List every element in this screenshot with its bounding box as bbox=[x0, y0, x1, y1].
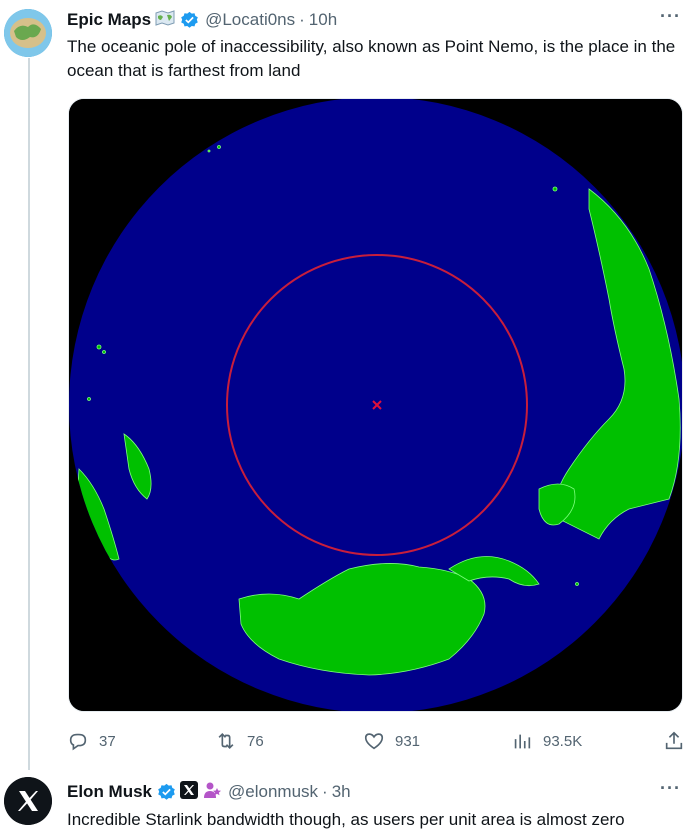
tweet-header: Epic Maps @Locati0ns · 10h bbox=[67, 9, 337, 31]
repost-count: 76 bbox=[247, 732, 264, 750]
verified-badge-icon bbox=[180, 11, 199, 30]
more-options-button[interactable]: ··· bbox=[660, 6, 681, 27]
x-affiliate-badge-icon bbox=[180, 780, 199, 804]
views-chart-icon bbox=[514, 734, 531, 749]
more-options-button[interactable]: ··· bbox=[660, 778, 681, 799]
point-nemo-map bbox=[69, 99, 682, 711]
author-handle[interactable]: @elonmusk bbox=[228, 782, 318, 802]
epic-maps-avatar[interactable] bbox=[4, 9, 52, 57]
repost-icon bbox=[218, 732, 234, 750]
heart-icon bbox=[364, 733, 384, 750]
separator: · bbox=[322, 782, 328, 801]
avatar-map-icon bbox=[4, 9, 52, 57]
repost-button[interactable]: 76 bbox=[215, 730, 264, 752]
author-name[interactable]: Epic Maps bbox=[67, 10, 151, 30]
timestamp[interactable]: 3h bbox=[332, 782, 351, 802]
person-emoji-icon bbox=[202, 780, 222, 805]
tweet-media-image[interactable] bbox=[68, 98, 683, 712]
tweet-header: Elon Musk @elonmusk · 3h bbox=[67, 780, 351, 805]
elon-musk-avatar[interactable] bbox=[4, 777, 52, 825]
author-handle[interactable]: @Locati0ns bbox=[205, 10, 295, 30]
author-name[interactable]: Elon Musk bbox=[67, 782, 152, 802]
view-count: 93.5K bbox=[543, 732, 583, 750]
x-logo-icon bbox=[4, 777, 52, 825]
map-emoji-icon bbox=[155, 9, 175, 31]
reply-count: 37 bbox=[99, 732, 116, 750]
views-button[interactable]: 93.5K bbox=[511, 730, 582, 752]
share-button[interactable] bbox=[663, 730, 685, 752]
thread-line bbox=[28, 58, 30, 770]
tweet-text: The oceanic pole of inaccessibility, als… bbox=[67, 37, 676, 80]
timestamp[interactable]: 10h bbox=[309, 10, 337, 30]
like-count: 931 bbox=[395, 732, 421, 750]
share-icon bbox=[665, 731, 683, 750]
tweet-actions: 37 76 931 93.5K bbox=[67, 730, 689, 754]
verified-badge-icon bbox=[157, 783, 176, 802]
reply-icon bbox=[69, 733, 87, 751]
reply-button[interactable]: 37 bbox=[67, 730, 116, 752]
like-button[interactable]: 931 bbox=[363, 730, 420, 752]
separator: · bbox=[299, 10, 305, 29]
tweet-text: Incredible Starlink bandwidth though, as… bbox=[67, 810, 625, 829]
